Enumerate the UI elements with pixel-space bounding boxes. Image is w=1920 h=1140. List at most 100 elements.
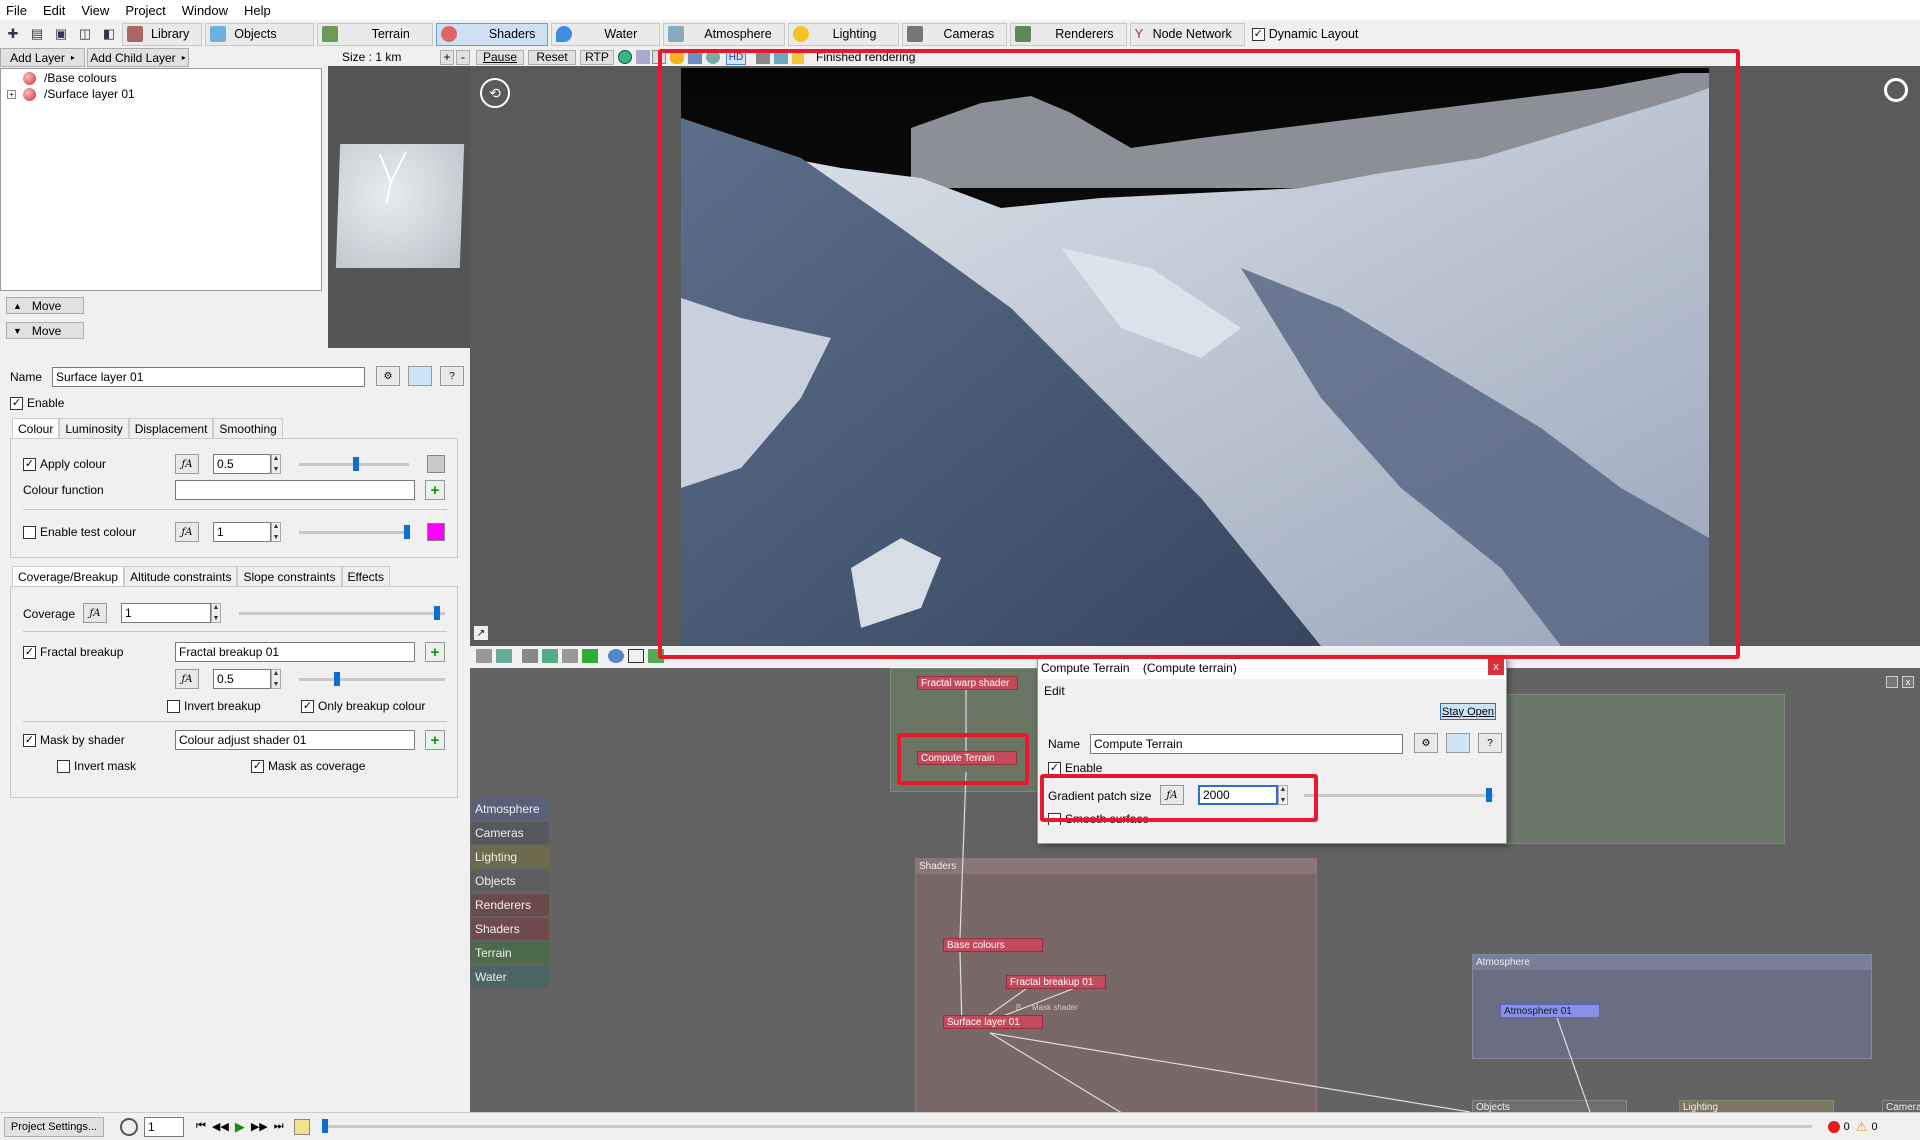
mask-shader-field[interactable]: Colour adjust shader 01 bbox=[175, 730, 415, 750]
menu-file[interactable]: File bbox=[6, 3, 27, 18]
clock-icon[interactable] bbox=[120, 1117, 138, 1136]
tree-item-base-colours[interactable]: /Base colours bbox=[23, 71, 117, 85]
coverage-spinner[interactable]: ▲ ▼ bbox=[211, 603, 221, 623]
node-atmosphere[interactable]: Atmosphere 01 bbox=[1500, 1004, 1600, 1018]
test-colour-value[interactable]: 1 bbox=[213, 522, 271, 542]
tab-altitude-constraints[interactable]: Altitude constraints bbox=[124, 566, 238, 586]
panel-restore-icon[interactable] bbox=[1886, 676, 1898, 688]
node-fractal-warp-shader[interactable]: Fractal warp shader bbox=[917, 676, 1018, 690]
tab-smoothing[interactable]: Smoothing bbox=[213, 418, 283, 438]
category-renderers[interactable]: Renderers bbox=[471, 894, 549, 916]
invert-mask-toggle[interactable]: Invert mask bbox=[57, 759, 136, 773]
mask-as-coverage-toggle[interactable]: ✓ Mask as coverage bbox=[251, 759, 365, 773]
view-icon-2[interactable] bbox=[496, 649, 512, 663]
timeline-thumb[interactable] bbox=[321, 1119, 328, 1133]
tab-node-network[interactable]: Y Node Network bbox=[1129, 22, 1245, 46]
add-colour-function-icon[interactable]: + bbox=[425, 480, 445, 500]
eye-icon[interactable] bbox=[608, 649, 624, 663]
save-icon[interactable]: ▣ bbox=[50, 24, 72, 44]
skip-start-icon[interactable]: ⏮ bbox=[196, 1120, 206, 1133]
timeline-slider[interactable] bbox=[321, 1119, 1812, 1133]
help-icon[interactable]: ? bbox=[440, 366, 464, 386]
enable-toggle[interactable]: ✓ Enable bbox=[10, 396, 64, 410]
fractal-breakup-field[interactable]: Fractal breakup 01 bbox=[175, 642, 415, 662]
apply-colour-toggle[interactable]: ✓ Apply colour bbox=[23, 457, 106, 471]
gradient-patch-size-slider-thumb[interactable] bbox=[1486, 788, 1492, 802]
apply-colour-value[interactable]: 0.5 bbox=[213, 454, 271, 474]
tab-library[interactable]: Library bbox=[122, 22, 203, 46]
tree-item-surface-layer[interactable]: + /Surface layer 01 bbox=[7, 87, 135, 101]
colour-swatch[interactable] bbox=[427, 455, 445, 473]
tab-luminosity[interactable]: Luminosity bbox=[59, 418, 129, 438]
fractal-breakup-slider[interactable] bbox=[299, 678, 445, 681]
add-fractal-breakup-icon[interactable]: + bbox=[425, 642, 445, 662]
tab-shaders[interactable]: Shaders bbox=[435, 22, 549, 46]
settings-gear-icon[interactable]: ⚙ bbox=[1414, 733, 1438, 753]
preview-tool-icon[interactable] bbox=[636, 50, 650, 64]
function-icon[interactable]: ƒA bbox=[83, 603, 107, 623]
project-settings-button[interactable]: Project Settings... bbox=[4, 1116, 104, 1137]
play-icon[interactable]: ▶ bbox=[235, 1119, 245, 1135]
move-down-button[interactable]: ▼ Move bbox=[6, 322, 84, 339]
compass-icon[interactable]: ⟲ bbox=[480, 78, 510, 108]
category-water[interactable]: Water bbox=[471, 966, 549, 988]
invert-breakup-checkbox[interactable] bbox=[167, 699, 180, 713]
apply-colour-slider-thumb[interactable] bbox=[353, 457, 359, 471]
category-atmosphere[interactable]: Atmosphere bbox=[471, 798, 549, 820]
coverage-slider[interactable] bbox=[239, 612, 445, 615]
enable-checkbox[interactable]: ✓ bbox=[10, 396, 23, 410]
panel-close-icon[interactable]: x bbox=[1902, 676, 1914, 688]
render-settings-icon[interactable]: ◧ bbox=[98, 24, 120, 44]
dialog-close-button[interactable]: x bbox=[1488, 659, 1504, 675]
navigator-icon[interactable]: ↗ bbox=[474, 626, 488, 640]
function-icon[interactable]: ƒA bbox=[175, 669, 199, 689]
category-cameras[interactable]: Cameras bbox=[471, 822, 549, 844]
apply-colour-spinner[interactable]: ▲ ▼ bbox=[271, 454, 281, 474]
category-lighting[interactable]: Lighting bbox=[471, 846, 549, 868]
add-child-layer-button[interactable]: Add Child Layer ▸ bbox=[87, 48, 189, 67]
tab-effects[interactable]: Effects bbox=[341, 566, 390, 586]
function-icon[interactable]: ƒA bbox=[175, 454, 199, 474]
coverage-slider-thumb[interactable] bbox=[434, 606, 440, 620]
view-icon-1[interactable] bbox=[476, 649, 492, 663]
tab-terrain[interactable]: Terrain bbox=[316, 22, 433, 46]
view-icon-5[interactable] bbox=[562, 649, 578, 663]
tab-slope-constraints[interactable]: Slope constraints bbox=[237, 566, 342, 586]
fractal-breakup-value[interactable]: 0.5 bbox=[213, 669, 271, 689]
expand-icon[interactable]: + bbox=[7, 89, 16, 99]
fractal-breakup-slider-thumb[interactable] bbox=[334, 672, 340, 686]
refresh-icon[interactable] bbox=[582, 649, 598, 663]
menu-edit[interactable]: Edit bbox=[43, 3, 65, 18]
only-breakup-colour-toggle[interactable]: ✓ Only breakup colour bbox=[301, 699, 425, 713]
category-shaders[interactable]: Shaders bbox=[471, 918, 549, 940]
zoom-out-button[interactable]: - bbox=[456, 49, 470, 65]
node-base-colours[interactable]: Base colours bbox=[943, 938, 1043, 952]
menu-view[interactable]: View bbox=[81, 3, 109, 18]
keyframe-icon[interactable] bbox=[293, 1118, 310, 1135]
dynamic-layout-toggle[interactable]: ✓ Dynamic Layout bbox=[1251, 27, 1358, 41]
zoom-in-button[interactable]: + bbox=[440, 49, 454, 65]
tab-coverage-breakup[interactable]: Coverage/Breakup bbox=[12, 566, 125, 586]
tab-objects[interactable]: Objects bbox=[205, 22, 314, 46]
node-fractal-breakup[interactable]: Fractal breakup 01 bbox=[1006, 975, 1106, 989]
tab-colour[interactable]: Colour bbox=[12, 418, 60, 438]
test-colour-swatch[interactable] bbox=[427, 523, 445, 541]
rtp-button[interactable]: RTP bbox=[580, 49, 614, 65]
error-icon[interactable] bbox=[1827, 1120, 1840, 1133]
mask-by-shader-toggle[interactable]: ✓ Mask by shader bbox=[23, 733, 125, 747]
menu-help[interactable]: Help bbox=[244, 3, 271, 18]
gradient-patch-size-slider[interactable] bbox=[1304, 794, 1494, 797]
add-layer-button[interactable]: Add Layer ▸ bbox=[0, 48, 85, 67]
tab-water[interactable]: Water bbox=[551, 22, 661, 46]
fractal-breakup-spinner[interactable]: ▲ ▼ bbox=[271, 669, 281, 689]
invert-breakup-toggle[interactable]: Invert breakup bbox=[167, 699, 261, 713]
tab-atmosphere[interactable]: Atmosphere bbox=[663, 22, 785, 46]
skip-end-icon[interactable]: ⏭ bbox=[274, 1120, 284, 1133]
stay-open-button[interactable]: Stay Open bbox=[1440, 703, 1496, 720]
mask-as-coverage-checkbox[interactable]: ✓ bbox=[251, 759, 264, 773]
menu-window[interactable]: Window bbox=[182, 3, 228, 18]
dialog-name-field[interactable]: Compute Terrain bbox=[1090, 734, 1403, 754]
enable-test-colour-toggle[interactable]: Enable test colour bbox=[23, 525, 136, 539]
view-icon-4[interactable] bbox=[542, 649, 558, 663]
frame-number-field[interactable]: 1 bbox=[144, 1116, 184, 1137]
